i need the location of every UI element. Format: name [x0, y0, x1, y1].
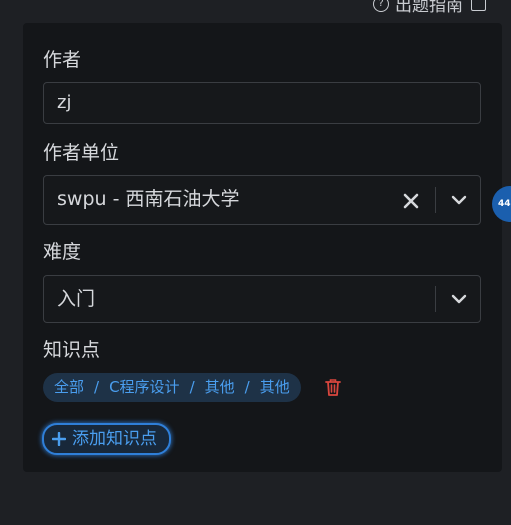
author-value: zj: [57, 92, 72, 113]
guide-link[interactable]: ? 出题指南: [373, 0, 486, 16]
tag-separator: /: [189, 378, 195, 396]
close-icon[interactable]: [401, 191, 421, 211]
add-knowledge-button[interactable]: 添加知识点: [42, 423, 171, 455]
chevron-down-icon[interactable]: [451, 291, 467, 307]
tag-part: 全部: [54, 378, 85, 396]
author-label: 作者: [43, 49, 82, 71]
tag-part: C程序设计: [109, 378, 180, 396]
tag-part: 其他: [204, 378, 235, 396]
external-link-icon: [471, 0, 486, 11]
chevron-down-icon[interactable]: [451, 192, 467, 208]
affiliation-label: 作者单位: [43, 142, 120, 164]
select-divider: [435, 286, 436, 312]
affiliation-value: swpu - 西南石油大学: [57, 188, 240, 210]
problem-info-panel: 作者 zj 作者单位 swpu - 西南石油大学 难度 入门 知识点 全部 / …: [23, 23, 502, 472]
trash-icon[interactable]: [323, 377, 343, 397]
plus-icon: [52, 432, 66, 446]
tag-part: 其他: [259, 378, 290, 396]
tag-separator: /: [244, 378, 250, 396]
affiliation-select[interactable]: swpu - 西南石油大学: [43, 175, 481, 225]
difficulty-label: 难度: [43, 241, 82, 263]
guide-link-label: 出题指南: [395, 0, 463, 16]
difficulty-select[interactable]: 入门: [43, 275, 481, 323]
help-icon: ?: [373, 0, 389, 12]
knowledge-tag[interactable]: 全部 / C程序设计 / 其他 / 其他: [43, 373, 301, 402]
author-field[interactable]: zj: [43, 82, 481, 124]
select-divider: [435, 187, 436, 213]
tag-separator: /: [94, 378, 100, 396]
difficulty-value: 入门: [57, 288, 96, 310]
add-knowledge-label: 添加知识点: [72, 429, 157, 449]
knowledge-label: 知识点: [43, 339, 101, 361]
